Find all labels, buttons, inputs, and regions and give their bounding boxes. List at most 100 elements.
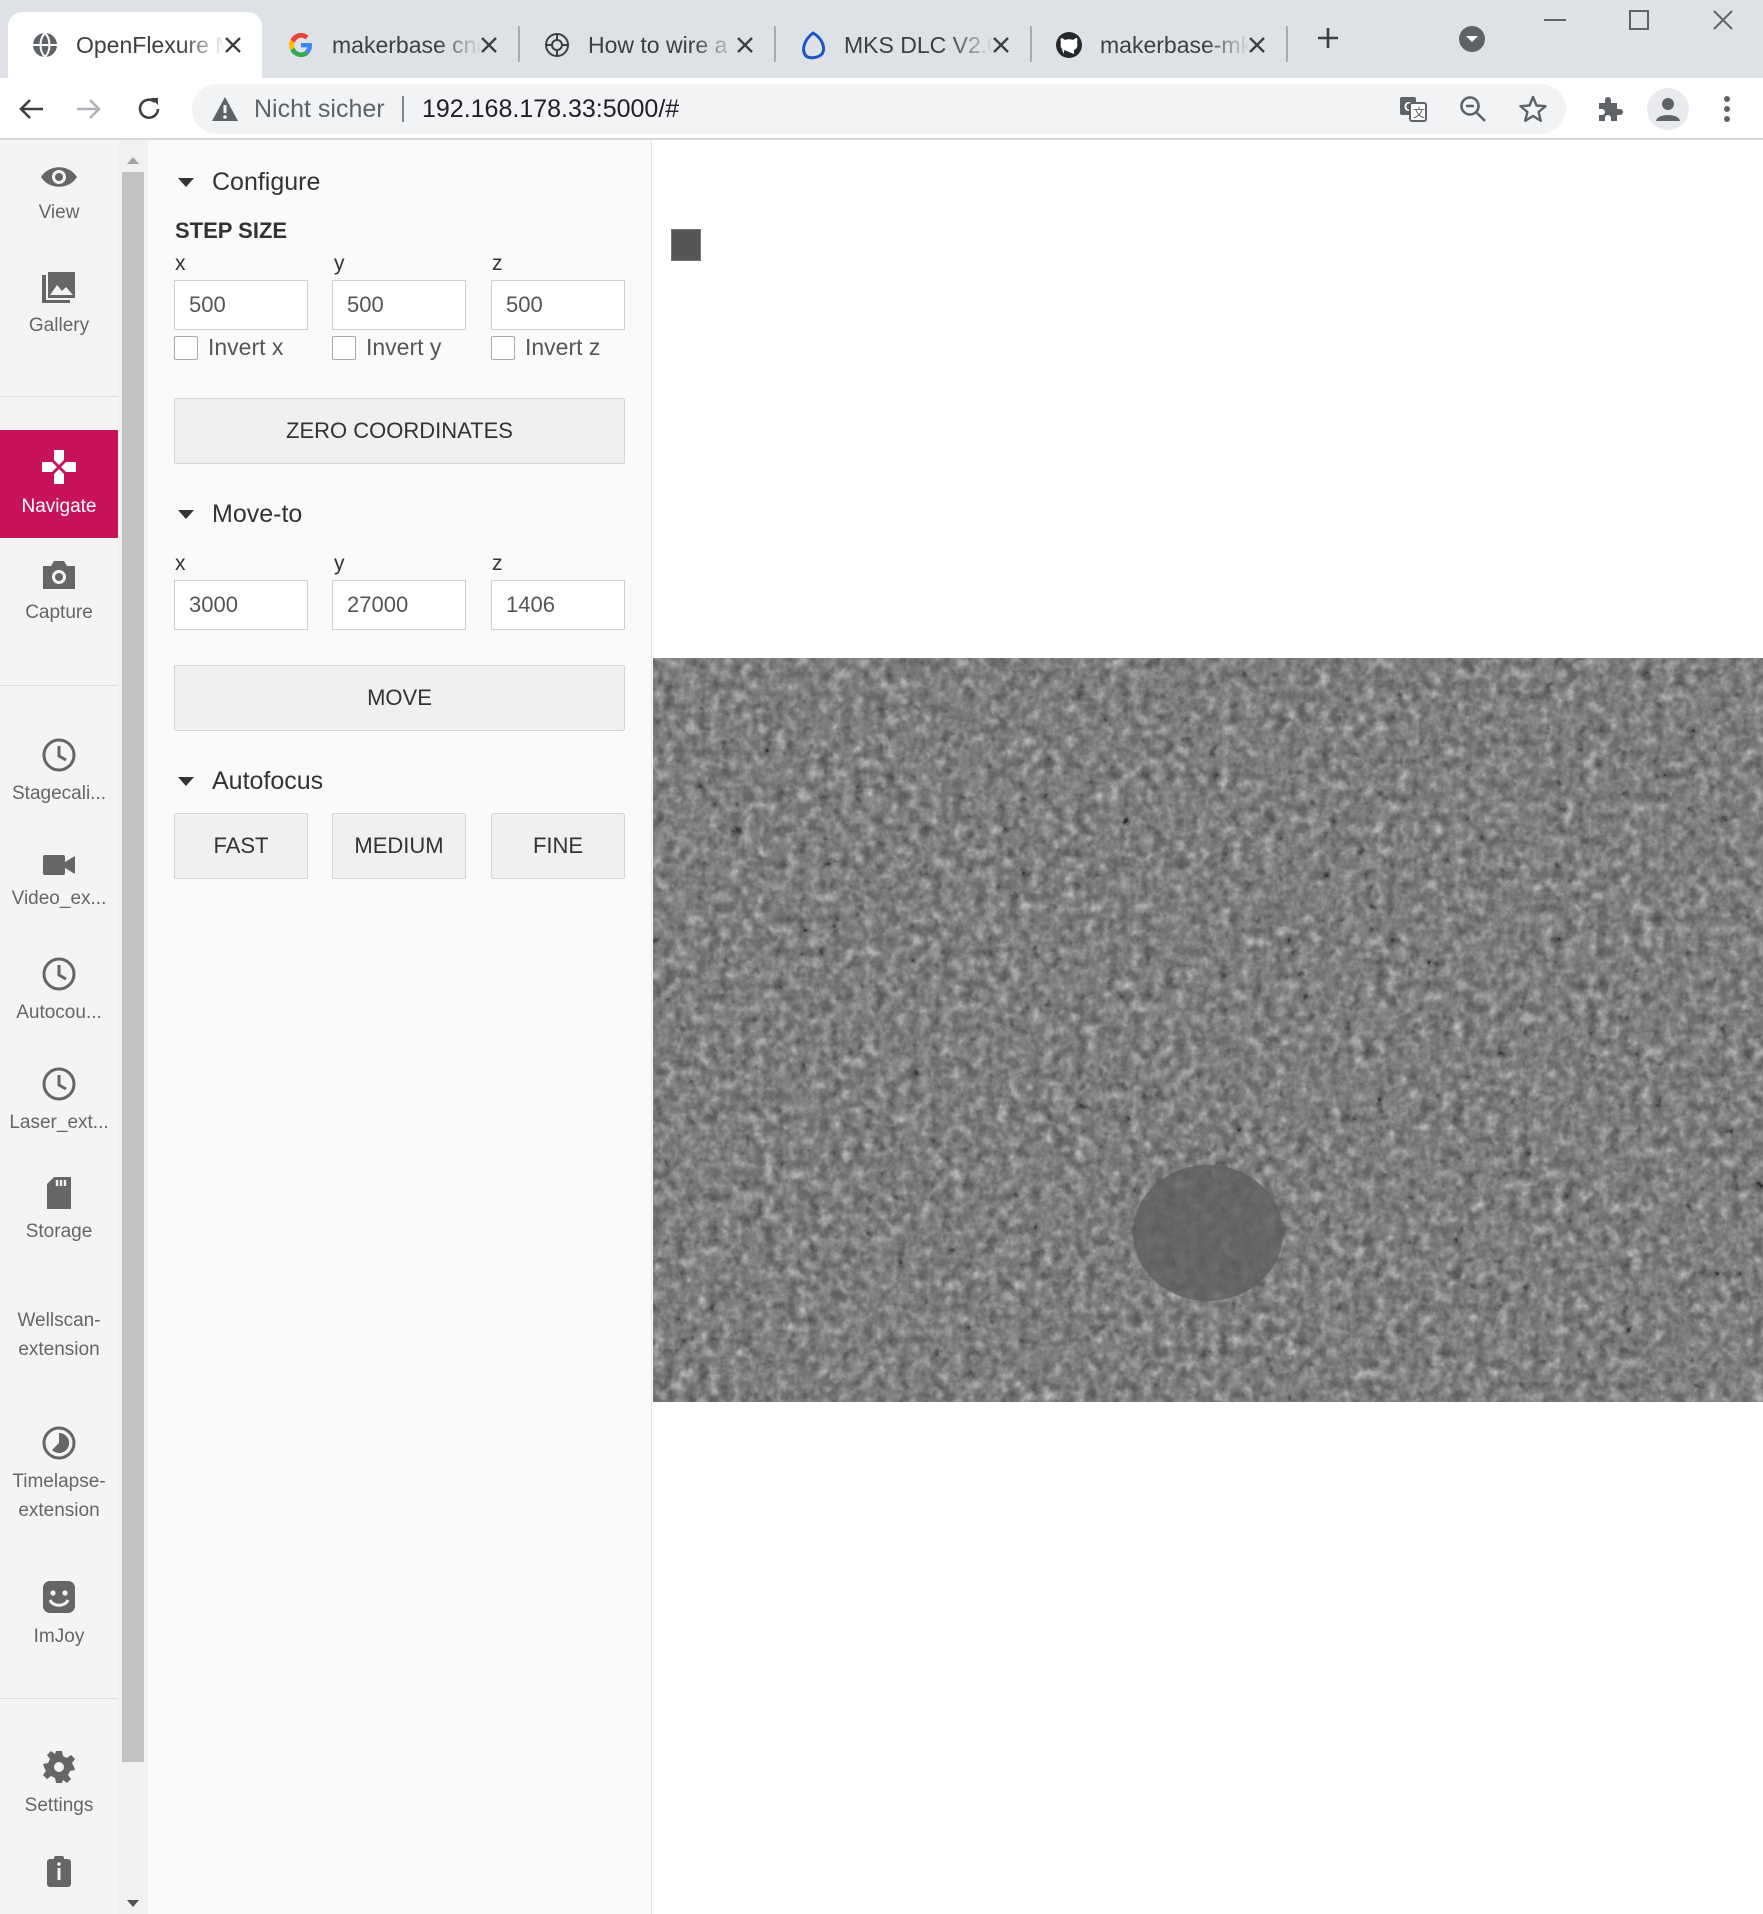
tab-mks-dlc[interactable]: MKS DLC V2.0 (776, 12, 1030, 78)
close-icon[interactable] (220, 32, 246, 58)
sidebar-item-laser-extension[interactable]: Laser_ext... (0, 1047, 118, 1155)
tab-makerbase-cnc[interactable]: makerbase cnc (264, 12, 518, 78)
sidebar-item-label: Settings (24, 1794, 94, 1816)
tab-separator (1286, 26, 1288, 62)
move-y-input[interactable]: 27000 (332, 580, 466, 630)
forward-button[interactable] (68, 88, 110, 130)
openai-icon (542, 30, 572, 60)
sidebar-item-autocount[interactable]: Autocou... (0, 937, 118, 1045)
sidebar-item-label: Video_ex... (11, 887, 107, 909)
sidebar-scrollbar-thumb[interactable] (122, 172, 144, 1762)
arrow-left-icon (19, 99, 43, 119)
kebab-menu-icon (1724, 96, 1730, 122)
move-z-input[interactable]: 1406 (491, 580, 625, 630)
caret-down-icon (178, 777, 194, 786)
sidebar-item-label: Stagecali... (12, 782, 106, 804)
star-icon[interactable] (1516, 92, 1550, 126)
checkbox-box[interactable] (332, 335, 356, 360)
sidebar-item-gallery[interactable]: Gallery (0, 250, 118, 358)
sidebar-item-video-extension[interactable]: Video_ex... (0, 828, 118, 936)
step-x-input[interactable]: 500 (174, 280, 308, 330)
sidebar-item-label: Capture (25, 601, 93, 623)
browser-menu-button[interactable] (1706, 88, 1748, 130)
move-x-input[interactable]: 3000 (174, 580, 308, 630)
step-x-label: x (175, 252, 186, 275)
sidebar-item-imjoy[interactable]: ImJoy (0, 1560, 118, 1668)
sidebar-item-storage[interactable]: Storage (0, 1156, 118, 1264)
step-y-input[interactable]: 500 (332, 280, 466, 330)
sidebar-item-view[interactable]: View (0, 140, 118, 248)
profile-avatar[interactable] (1647, 88, 1689, 130)
scroll-down-icon[interactable] (126, 1896, 140, 1907)
clock-icon (42, 738, 76, 771)
sidebar-item-navigate[interactable]: Navigate (0, 430, 118, 538)
zero-coordinates-button[interactable]: ZERO COORDINATES (174, 398, 625, 464)
invert-z-checkbox[interactable]: Invert z (491, 334, 600, 361)
section-title: Autofocus (212, 767, 324, 795)
sidebar-item-stagecalibration[interactable]: Stagecali... (0, 718, 118, 826)
videocam-icon (43, 854, 75, 875)
url-text[interactable]: 192.168.178.33:5000/# (422, 95, 679, 124)
svg-text:文: 文 (1413, 105, 1425, 120)
scroll-up-icon[interactable] (126, 152, 140, 164)
move-to-section-toggle[interactable]: Move-to (178, 500, 302, 529)
extensions-button[interactable] (1588, 88, 1630, 130)
tab-github-makerbase[interactable]: makerbase-mks (1032, 12, 1286, 78)
sidebar-item-about[interactable] (0, 1854, 118, 1914)
clock-icon (42, 1067, 76, 1100)
security-label[interactable]: Nicht sicher (254, 95, 385, 124)
autofocus-fast-button[interactable]: FAST (174, 813, 308, 879)
sidebar-item-wellscan-extension[interactable]: Wellscan-extension (0, 1285, 118, 1385)
close-icon[interactable] (476, 32, 502, 58)
sidebar-divider (0, 685, 118, 686)
autofocus-medium-button[interactable]: MEDIUM (332, 813, 466, 879)
checkbox-label: Invert y (366, 334, 442, 360)
reload-button[interactable] (128, 88, 170, 130)
globe-icon (30, 30, 60, 60)
google-icon (286, 30, 316, 60)
step-z-input[interactable]: 500 (491, 280, 625, 330)
zoom-out-icon[interactable] (1456, 92, 1490, 126)
new-tab-button[interactable] (1310, 20, 1346, 56)
close-icon[interactable] (988, 32, 1014, 58)
invert-x-checkbox[interactable]: Invert x (174, 334, 283, 361)
sidebar-item-label: Autocou... (16, 1001, 102, 1023)
omnibox-divider (402, 96, 404, 122)
maximize-icon (1629, 10, 1649, 30)
tab-how-to-wire[interactable]: How to wire a (520, 12, 774, 78)
translate-icon[interactable]: G文 (1396, 92, 1430, 126)
plus-icon (1318, 28, 1338, 48)
warning-icon[interactable] (210, 95, 240, 123)
maximize-button[interactable] (1597, 0, 1681, 40)
configure-section-toggle[interactable]: Configure (178, 168, 320, 197)
sidebar-item-label: Storage (25, 1220, 93, 1242)
tab-title: MKS DLC V2.0 (844, 31, 994, 58)
arrow-right-icon (77, 99, 101, 119)
sidebar-item-label: Gallery (28, 314, 90, 336)
person-icon (1656, 98, 1680, 121)
autofocus-section-toggle[interactable]: Autofocus (178, 767, 323, 796)
close-window-button[interactable] (1681, 0, 1763, 40)
sidebar-item-settings[interactable]: Settings (0, 1730, 118, 1838)
checkbox-box[interactable] (174, 335, 198, 360)
sidebar-item-capture[interactable]: Capture (0, 538, 118, 646)
sidebar-item-timelapse-extension[interactable]: Timelapse-extension (0, 1410, 118, 1540)
step-z-label: z (492, 252, 503, 275)
minimize-button[interactable] (1513, 0, 1597, 40)
tab-openflexure[interactable]: OpenFlexure Microscope (8, 12, 262, 78)
tab-search-button[interactable] (1455, 22, 1489, 56)
move-button[interactable]: MOVE (174, 665, 625, 731)
move-x-label: x (175, 552, 186, 575)
microscope-image (653, 658, 1763, 1402)
microscope-stream[interactable] (653, 658, 1763, 1402)
close-icon[interactable] (732, 32, 758, 58)
move-y-label: y (334, 552, 345, 575)
invert-y-checkbox[interactable]: Invert y (332, 334, 441, 361)
checkbox-box[interactable] (491, 335, 515, 360)
address-bar[interactable]: Nicht sicher 192.168.178.33:5000/# G文 (192, 84, 1566, 134)
back-button[interactable] (10, 88, 52, 130)
clock-icon (42, 957, 76, 990)
close-icon[interactable] (1244, 32, 1270, 58)
minimize-icon (1544, 19, 1566, 21)
autofocus-fine-button[interactable]: FINE (491, 813, 625, 879)
